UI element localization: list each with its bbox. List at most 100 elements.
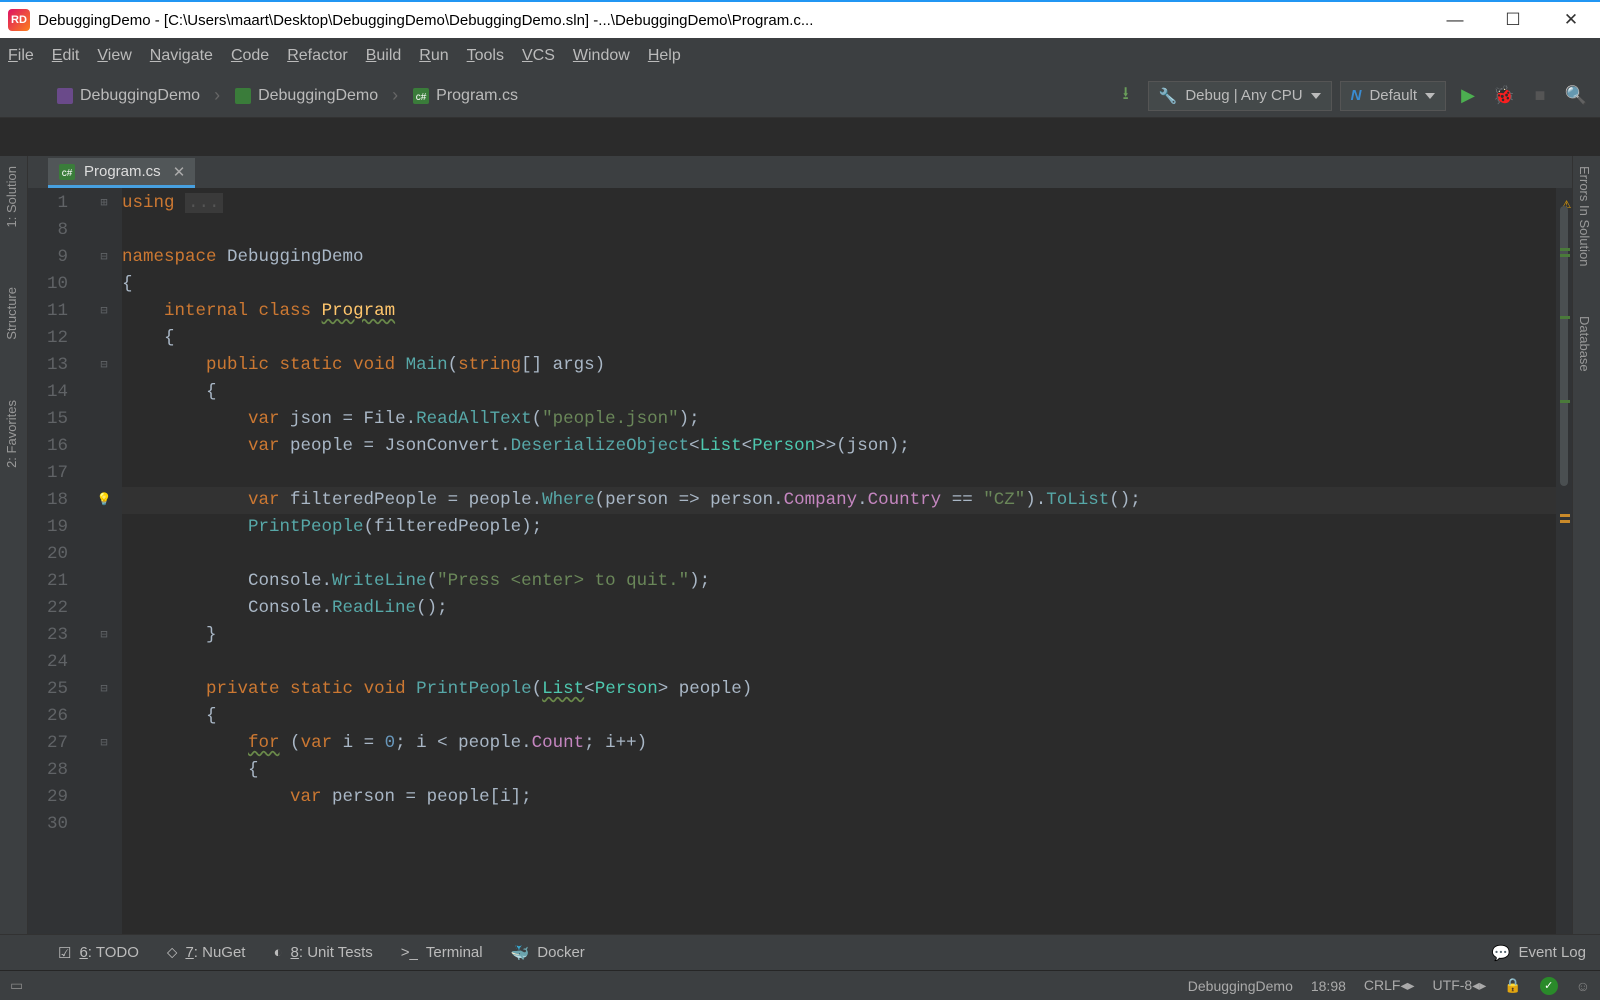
left-tool----solution[interactable]: 1: Solution [0, 156, 23, 237]
close-tab-icon[interactable]: ✕ [173, 163, 186, 181]
main-menu-bar: File Edit View Navigate Code Refactor Build Run… [0, 38, 1600, 74]
menu-run[interactable]: Run [419, 47, 448, 65]
menu-navigate[interactable]: Navigate [150, 47, 213, 65]
tool-icon: 🐳 [511, 944, 530, 962]
menu-code[interactable]: Code [231, 47, 269, 65]
left-tool----favorites[interactable]: 2: Favorites [0, 390, 23, 478]
fold-gutter[interactable]: ⊞ ⊟ ⊟ ⊟ 💡 ⊟ ⊟ ⊟ [86, 188, 122, 934]
navigation-toolbar: DebuggingDemo›DebuggingDemo›c#Program.cs… [0, 74, 1600, 118]
menu-tools[interactable]: Tools [467, 47, 504, 65]
fold-toggle-icon[interactable]: ⊟ [86, 298, 122, 325]
bottom-tool----todo[interactable]: ☑6: TODO [58, 944, 139, 962]
menu-window[interactable]: Window [573, 47, 630, 65]
menu-edit[interactable]: Edit [52, 47, 80, 65]
status-bar: ▭ DebuggingDemo 18:98 CRLF◂▸ UTF-8◂▸ 🔒 ✓… [0, 970, 1600, 1000]
code-editor[interactable]: 1891011121314151617181920212223242526272… [28, 188, 1572, 934]
tool-icon: ☑ [58, 944, 71, 962]
status-position[interactable]: 18:98 [1311, 978, 1346, 994]
debug-button-icon[interactable]: 🐞 [1490, 82, 1518, 110]
code-line[interactable]: Console.WriteLine("Press <enter> to quit… [122, 568, 1556, 595]
title-text-suffix: ...\DebuggingDemo\Program.c... [598, 12, 813, 29]
right-tool-errors-in-solution[interactable]: Errors In Solution [1573, 156, 1596, 276]
fold-toggle-icon[interactable]: ⊟ [86, 622, 122, 649]
code-line[interactable]: } [122, 622, 1556, 649]
status-eol[interactable]: CRLF◂▸ [1364, 977, 1415, 994]
run-configuration-selector[interactable]: 🔧 Debug | Any CPU [1148, 81, 1332, 111]
tool-icon: ⬦ [167, 944, 178, 961]
target-label: Default [1369, 87, 1417, 104]
code-line[interactable] [122, 811, 1556, 838]
code-line[interactable]: private static void PrintPeople(List<Per… [122, 676, 1556, 703]
window-titlebar: RD DebuggingDemo - [C:\Users\maart\Deskt… [0, 2, 1600, 38]
fold-toggle-icon[interactable]: ⊟ [86, 352, 122, 379]
error-stripe[interactable]: ⚠ [1556, 188, 1572, 934]
left-tool-strip: 1: Solution Structure 2: Favorites [0, 156, 28, 934]
menu-file[interactable]: File [8, 47, 34, 65]
code-line[interactable]: Console.ReadLine(); [122, 595, 1556, 622]
event-log-label: Event Log [1518, 944, 1586, 961]
tool-icon: ◐ [273, 944, 282, 961]
code-line[interactable]: using ... [122, 190, 1556, 217]
code-line[interactable]: { [122, 271, 1556, 298]
bottom-tool----unit-tests[interactable]: ◐8: Unit Tests [273, 944, 372, 961]
code-line[interactable]: { [122, 379, 1556, 406]
target-framework-selector[interactable]: N Default [1340, 81, 1446, 111]
code-line[interactable]: namespace DebuggingDemo [122, 244, 1556, 271]
code-line[interactable]: internal class Program [122, 298, 1556, 325]
fold-toggle-icon[interactable]: ⊟ [86, 676, 122, 703]
fold-toggle-icon[interactable]: ⊟ [86, 730, 122, 757]
code-line[interactable] [122, 541, 1556, 568]
fold-toggle-icon[interactable]: ⊟ [86, 244, 122, 271]
status-project[interactable]: DebuggingDemo [1188, 978, 1293, 994]
status-ok-icon[interactable]: ✓ [1540, 977, 1558, 995]
code-line[interactable]: { [122, 757, 1556, 784]
menu-refactor[interactable]: Refactor [287, 47, 347, 65]
bottom-tool-terminal[interactable]: >_Terminal [401, 944, 483, 961]
minimize-button[interactable]: — [1426, 2, 1484, 38]
toolwin-toggle-icon[interactable]: ▭ [10, 977, 23, 994]
run-button-icon[interactable]: ▶ [1454, 82, 1482, 110]
close-button[interactable]: ✕ [1542, 2, 1600, 38]
fold-toggle-icon[interactable]: ⊞ [86, 190, 122, 217]
code-line[interactable]: { [122, 703, 1556, 730]
tab-label: Program.cs [84, 163, 161, 180]
build-icon[interactable]: ⭳ [1112, 82, 1140, 110]
file-tab[interactable]: c# Program.cs ✕ [48, 158, 195, 188]
code-line[interactable]: for (var i = 0; i < people.Count; i++) [122, 730, 1556, 757]
right-tool-database[interactable]: Database [1573, 306, 1596, 382]
stop-button-icon: ■ [1526, 82, 1554, 110]
code-line[interactable]: var filteredPeople = people.Where(person… [122, 487, 1556, 514]
maximize-button[interactable]: ☐ [1484, 2, 1542, 38]
code-line[interactable] [122, 460, 1556, 487]
search-everywhere-icon[interactable]: 🔍 [1562, 82, 1590, 110]
breadcrumb-item[interactable]: DebuggingDemo [48, 83, 208, 109]
bottom-tool-docker[interactable]: 🐳Docker [511, 944, 585, 962]
event-log-button[interactable]: 💬 Event Log [1492, 944, 1586, 962]
code-area[interactable]: using ...namespace DebuggingDemo{ intern… [122, 188, 1556, 934]
speech-bubble-icon: 💬 [1492, 944, 1511, 962]
breadcrumb-item[interactable]: DebuggingDemo [226, 83, 386, 109]
run-config-label: Debug | Any CPU [1185, 87, 1302, 104]
memory-indicator-icon[interactable]: ☺ [1576, 978, 1590, 994]
menu-build[interactable]: Build [366, 47, 402, 65]
breadcrumb-item[interactable]: c#Program.cs [404, 83, 526, 109]
title-text-prefix: DebuggingDemo - [C:\Users\maart\Desktop\… [38, 12, 598, 29]
status-encoding[interactable]: UTF-8◂▸ [1433, 977, 1487, 994]
code-line[interactable]: PrintPeople(filteredPeople); [122, 514, 1556, 541]
csharp-file-icon: c# [58, 163, 76, 181]
menu-vcs[interactable]: VCS [522, 47, 555, 65]
intention-bulb-icon[interactable]: 💡 [86, 487, 122, 514]
menu-help[interactable]: Help [648, 47, 681, 65]
menu-view[interactable]: View [97, 47, 131, 65]
lock-icon[interactable]: 🔒 [1504, 977, 1521, 994]
code-line[interactable]: var person = people[i]; [122, 784, 1556, 811]
code-line[interactable]: var people = JsonConvert.DeserializeObje… [122, 433, 1556, 460]
code-line[interactable]: { [122, 325, 1556, 352]
bottom-tool----nuget[interactable]: ⬦7: NuGet [167, 944, 246, 961]
code-line[interactable] [122, 649, 1556, 676]
code-line[interactable]: public static void Main(string[] args) [122, 352, 1556, 379]
code-line[interactable]: var json = File.ReadAllText("people.json… [122, 406, 1556, 433]
breadcrumb: DebuggingDemo›DebuggingDemo›c#Program.cs [48, 83, 526, 109]
left-tool-structure[interactable]: Structure [0, 277, 23, 350]
code-line[interactable] [122, 217, 1556, 244]
